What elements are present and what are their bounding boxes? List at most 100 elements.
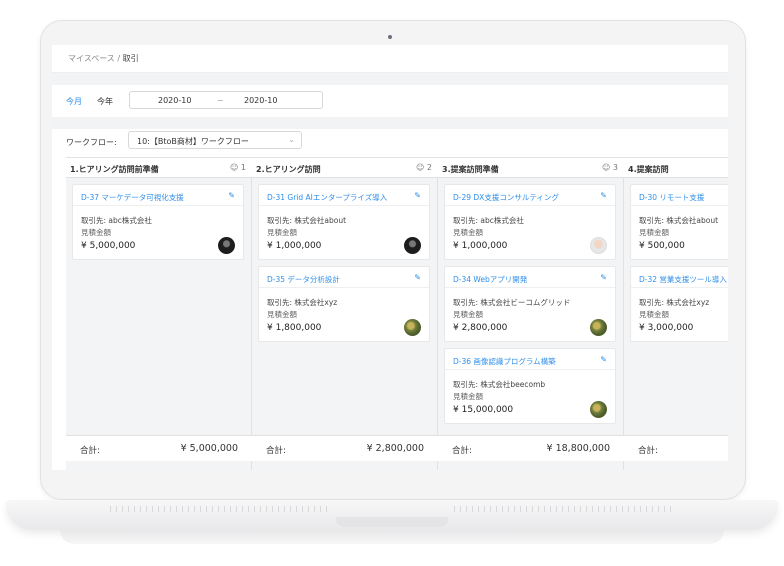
- estimate-label: 見積金額: [453, 392, 483, 401]
- pencil-icon[interactable]: ✎: [600, 273, 607, 282]
- workflow-label: ワークフロー:: [66, 138, 117, 147]
- deal-card[interactable]: D-30 リモート支援 取引先: 株式会社about 見積金額 ¥ 500,00…: [630, 184, 728, 260]
- deal-title-link[interactable]: D-35 データ分析設計: [267, 274, 340, 285]
- estimate-label: 見積金額: [267, 310, 297, 319]
- avatar: [404, 319, 421, 336]
- deal-title-link[interactable]: D-37 マーケデータ可視化支援: [81, 192, 184, 203]
- deal-title-link[interactable]: D-32 営業支援ツール導入: [639, 274, 727, 285]
- this-year-link[interactable]: 今年: [97, 96, 113, 107]
- pencil-icon[interactable]: ✎: [414, 273, 421, 282]
- column-header: 2.ヒアリング訪問 ☺ 2: [252, 158, 438, 178]
- deal-title-link[interactable]: D-31 Grid AIエンタープライズ導入: [267, 192, 387, 203]
- kanban-column-3: 3.提案訪問準備 ☺ 3 D-29 DX支援コンサルティング ✎ 取引先: ab…: [438, 158, 624, 470]
- deal-card[interactable]: D-34 Webアプリ開発 ✎ 取引先: 株式会社ビーコムグリッド 見積金額 ¥…: [444, 266, 616, 342]
- workflow-bar: ワークフロー: 10:【BtoB商材】ワークフロー ⌄: [52, 129, 728, 153]
- smile-icon: ☺: [602, 163, 611, 172]
- estimate-amount: ¥ 1,000,000: [453, 241, 508, 251]
- deal-card[interactable]: D-37 マーケデータ可視化支援 ✎ 取引先: abc株式会社 見積金額 ¥ 5…: [72, 184, 244, 260]
- estimate-label: 見積金額: [639, 310, 669, 319]
- column-count: ☺ 1: [230, 163, 246, 172]
- date-from: 2020-10: [158, 96, 192, 105]
- column-total: ¥ 18,800,000: [546, 443, 610, 454]
- divider: [445, 205, 615, 206]
- camera-dot: [388, 35, 392, 39]
- column-footer: 合計:: [624, 435, 728, 461]
- deal-card[interactable]: D-36 画像認識プログラム構築 ✎ 取引先: 株式会社beecomb 見積金額…: [444, 348, 616, 424]
- column-total: ¥ 5,000,000: [180, 443, 238, 454]
- deal-title-link[interactable]: D-36 画像認識プログラム構築: [453, 356, 556, 367]
- divider: [445, 287, 615, 288]
- divider: [631, 287, 728, 288]
- column-header: 1.ヒアリング訪問前準備 ☺ 1: [66, 158, 252, 178]
- period-filter-bar: 今月 今年 2020-10 ~ 2020-10: [52, 85, 728, 117]
- deal-client: 取引先: 株式会社xyz: [639, 298, 710, 307]
- deal-card[interactable]: D-31 Grid AIエンタープライズ導入 ✎ 取引先: 株式会社about …: [258, 184, 430, 260]
- estimate-label: 見積金額: [453, 310, 483, 319]
- column-title: 2.ヒアリング訪問: [256, 165, 321, 174]
- column-total: ¥ 2,800,000: [366, 443, 424, 454]
- smile-icon: ☺: [416, 163, 425, 172]
- column-header: 4.提案訪問: [624, 158, 728, 178]
- workflow-select[interactable]: 10:【BtoB商材】ワークフロー ⌄: [128, 131, 302, 149]
- kanban-column-1: 1.ヒアリング訪問前準備 ☺ 1 D-37 マーケデータ可視化支援 ✎ 取引先:…: [66, 158, 252, 470]
- estimate-amount: ¥ 3,000,000: [639, 323, 694, 333]
- smile-icon: ☺: [230, 163, 239, 172]
- avatar: [218, 237, 235, 254]
- speaker-grille-right: [454, 506, 674, 512]
- spacer: [52, 73, 728, 85]
- deal-client: 取引先: 株式会社about: [639, 216, 719, 225]
- deal-client: 取引先: 株式会社xyz: [267, 298, 338, 307]
- breadcrumb-current: 取引: [122, 54, 139, 63]
- estimate-amount: ¥ 1,800,000: [267, 323, 322, 333]
- column-count-value: 1: [240, 163, 246, 172]
- pencil-icon[interactable]: ✎: [228, 191, 235, 200]
- column-count: ☺ 2: [416, 163, 432, 172]
- date-range-picker[interactable]: 2020-10 ~ 2020-10: [129, 91, 323, 109]
- estimate-amount: ¥ 5,000,000: [81, 241, 136, 251]
- column-count: ☺ 3: [602, 163, 618, 172]
- deal-client: 取引先: 株式会社ビーコムグリッド: [453, 298, 571, 307]
- breadcrumb: マイスペース / 取引: [52, 45, 728, 73]
- app-screen: マイスペース / 取引 今月 今年 2020-10 ~ 2020-10 ワークフ…: [52, 45, 728, 470]
- total-label: 合計:: [80, 446, 100, 456]
- divider: [631, 205, 728, 206]
- deal-title-link[interactable]: D-30 リモート支援: [639, 192, 704, 203]
- pencil-icon[interactable]: ✎: [600, 355, 607, 364]
- breadcrumb-parent[interactable]: マイスペース: [68, 54, 115, 63]
- estimate-amount: ¥ 15,000,000: [453, 405, 514, 415]
- column-title: 4.提案訪問: [628, 165, 669, 174]
- deal-card[interactable]: D-35 データ分析設計 ✎ 取引先: 株式会社xyz 見積金額 ¥ 1,800…: [258, 266, 430, 342]
- column-footer: 合計: ¥ 5,000,000: [66, 435, 252, 461]
- pencil-icon[interactable]: ✎: [414, 191, 421, 200]
- this-month-link[interactable]: 今月: [66, 96, 82, 107]
- estimate-amount: ¥ 500,000: [639, 241, 685, 251]
- column-title: 1.ヒアリング訪問前準備: [70, 165, 159, 174]
- column-header: 3.提案訪問準備 ☺ 3: [438, 158, 624, 178]
- total-label: 合計:: [452, 446, 472, 456]
- laptop-base-bottom: [60, 530, 724, 544]
- estimate-amount: ¥ 2,800,000: [453, 323, 508, 333]
- date-to: 2020-10: [244, 96, 278, 105]
- deal-client: 取引先: abc株式会社: [81, 216, 152, 225]
- deal-title-link[interactable]: D-29 DX支援コンサルティング: [453, 192, 559, 203]
- deal-title-link[interactable]: D-34 Webアプリ開発: [453, 274, 527, 285]
- workflow-select-value: 10:【BtoB商材】ワークフロー: [137, 137, 249, 146]
- total-label: 合計:: [266, 446, 286, 456]
- estimate-label: 見積金額: [81, 228, 111, 237]
- kanban-column-4: 4.提案訪問 D-30 リモート支援 取引先: 株式会社about 見積金額 ¥…: [624, 158, 728, 470]
- spacer: [52, 117, 728, 129]
- column-count-value: 2: [426, 163, 432, 172]
- deal-client: 取引先: abc株式会社: [453, 216, 524, 225]
- total-label: 合計:: [638, 446, 658, 456]
- breadcrumb-separator: /: [117, 54, 121, 63]
- deal-client: 取引先: 株式会社about: [267, 216, 347, 225]
- divider: [259, 287, 429, 288]
- avatar: [590, 319, 607, 336]
- column-footer: 合計: ¥ 18,800,000: [438, 435, 624, 461]
- speaker-grille-left: [110, 506, 330, 512]
- estimate-label: 見積金額: [267, 228, 297, 237]
- avatar: [590, 401, 607, 418]
- deal-card[interactable]: D-32 営業支援ツール導入 取引先: 株式会社xyz 見積金額 ¥ 3,000…: [630, 266, 728, 342]
- deal-card[interactable]: D-29 DX支援コンサルティング ✎ 取引先: abc株式会社 見積金額 ¥ …: [444, 184, 616, 260]
- pencil-icon[interactable]: ✎: [600, 191, 607, 200]
